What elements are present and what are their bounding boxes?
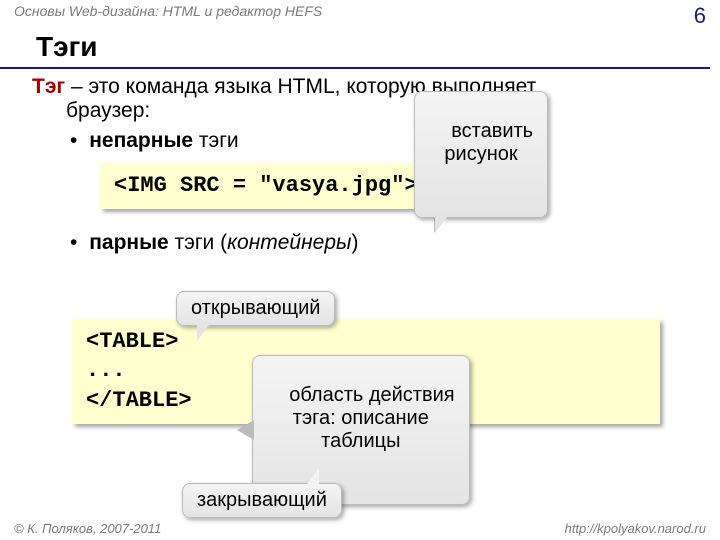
footer-copyright: © К. Поляков, 2007-2011 (14, 521, 161, 536)
slide-title: Тэги (0, 29, 710, 69)
callout-opening: открывающий (176, 291, 335, 326)
page-number: 6 (694, 3, 706, 29)
bullet-paired: • парные тэги (контейнеры) (70, 231, 698, 255)
definition-line-2: браузер: (66, 99, 698, 123)
callout-text: область действия тэга: описание таблицы (289, 384, 454, 452)
bullet-paired-rest2: ) (351, 231, 358, 254)
bullet-paired-italic: контейнеры (227, 231, 351, 254)
callout-closing: закрывающий (182, 483, 342, 518)
bullet-dot-icon: • (70, 231, 77, 254)
callout-tail-icon (307, 468, 319, 484)
callout-tail-icon (237, 421, 253, 439)
callout-text: открывающий (191, 297, 320, 319)
breadcrumb: Основы Web-дизайна: HTML и редактор HEFS (14, 3, 322, 19)
bullet-paired-rest: тэги ( (169, 231, 227, 254)
bullet-unpaired-rest: тэги (193, 129, 239, 152)
callout-tail-icon (197, 325, 209, 341)
callout-tail-icon (435, 217, 447, 233)
bullet-unpaired-bold: непарные (89, 129, 193, 152)
callout-insert-image: вставить рисунок (414, 91, 548, 218)
content: Тэг – это команда языка HTML, которую вы… (0, 75, 720, 424)
bullet-paired-bold: парные (89, 231, 169, 254)
footer: © К. Поляков, 2007-2011 http://kpolyakov… (0, 521, 720, 536)
definition-line-1: Тэг – это команда языка HTML, которую вы… (32, 75, 698, 99)
callout-text: закрывающий (197, 489, 327, 511)
callout-text: вставить рисунок (444, 120, 533, 165)
bullet-unpaired: • непарные тэги (70, 129, 698, 153)
header-strip: Основы Web-дизайна: HTML и редактор HEFS… (0, 0, 720, 29)
footer-url: http://kpolyakov.narod.ru (565, 521, 706, 536)
term: Тэг (32, 75, 65, 98)
bullet-dot-icon: • (70, 129, 77, 152)
